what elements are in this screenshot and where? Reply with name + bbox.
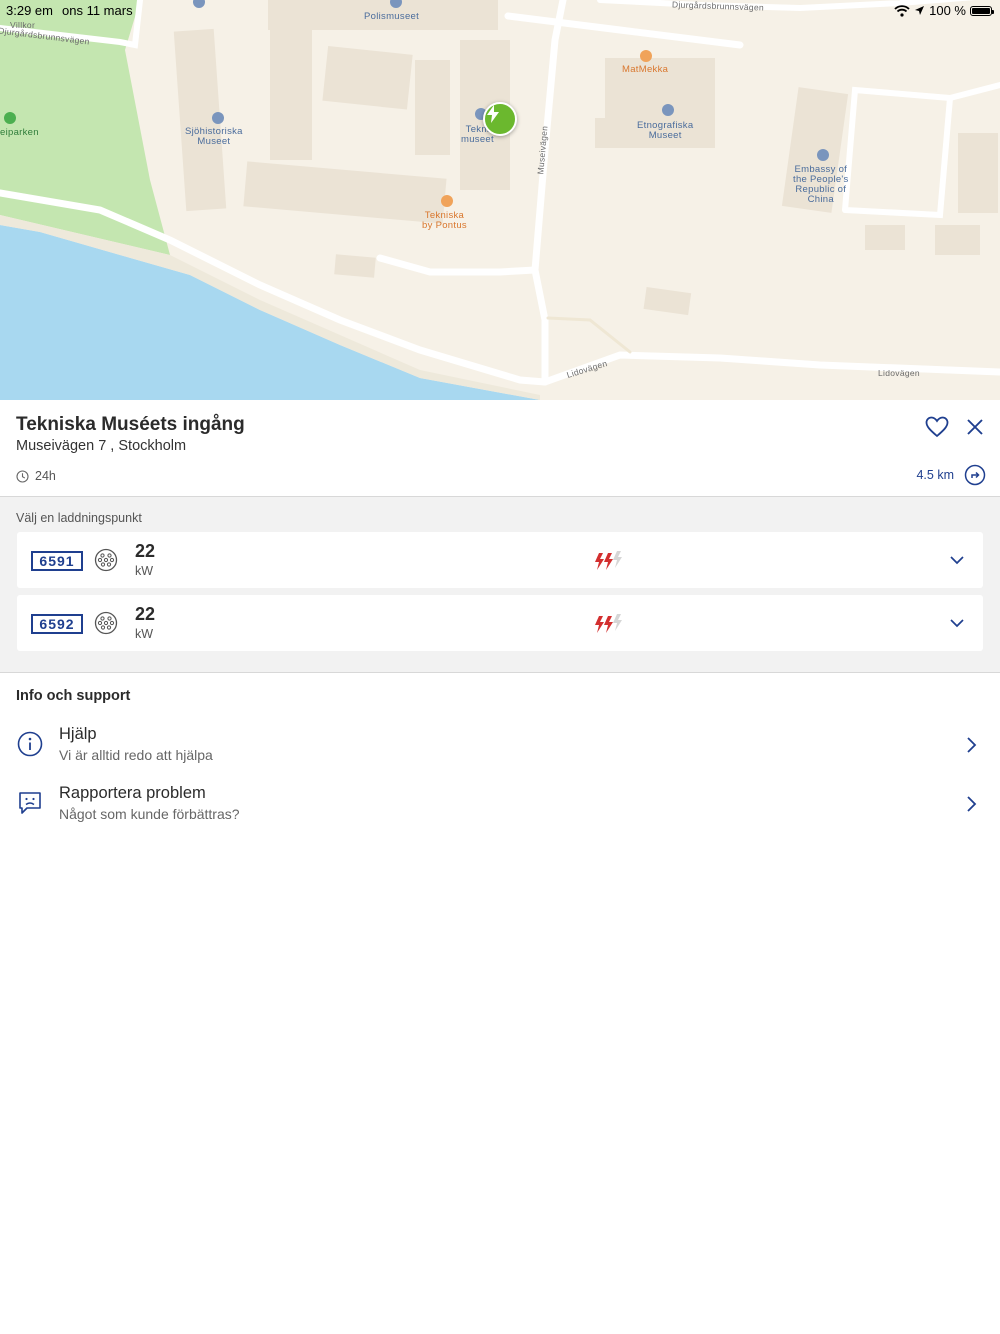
charging-speed-icon (595, 614, 622, 633)
opening-hours: 24h (16, 469, 56, 483)
status-bar: 3:29 em ons 11 mars 100 % (0, 0, 1000, 22)
map-label-park: eiparken (0, 127, 39, 138)
park-icon (4, 112, 16, 124)
charging-speed-icon (595, 551, 622, 570)
map-label-tekniska-pontus: Tekniska by Pontus (422, 210, 467, 231)
close-icon[interactable] (964, 416, 986, 438)
charging-power-unit: kW (135, 627, 154, 641)
station-name: Tekniska Muséets ingång (16, 414, 245, 435)
charging-point-row[interactable]: 6591 22 kW (17, 532, 983, 588)
restaurant-icon (441, 195, 453, 207)
favorite-heart-icon[interactable] (924, 414, 950, 440)
map-base (0, 0, 1000, 400)
help-title: Hjälp (59, 725, 97, 743)
chevron-right-icon (967, 737, 977, 753)
charging-point-id: 6591 (31, 551, 83, 571)
status-date: ons 11 mars (62, 3, 133, 18)
map-label-sjohistoriska: Sjöhistoriska Museet (185, 126, 243, 147)
report-problem-row[interactable]: Rapportera problem Något som kunde förbä… (0, 779, 1000, 835)
support-heading: Info och support (16, 688, 131, 704)
type2-plug-icon (94, 548, 118, 572)
map-view[interactable]: Polismuseet Djurgårdsbrunnsvägen Villkor… (0, 0, 1000, 400)
charging-power-unit: kW (135, 564, 154, 578)
directions-icon[interactable] (964, 464, 986, 486)
museum-icon (212, 112, 224, 124)
charging-points-section: Välj en laddningspunkt 6591 22 kW 6592 2… (0, 497, 1000, 673)
wifi-icon (894, 4, 910, 17)
station-header: Tekniska Muséets ingång Museivägen 7 , S… (0, 400, 1000, 497)
museum-icon (662, 104, 674, 116)
clock-icon (16, 469, 29, 483)
location-arrow-icon (915, 6, 925, 15)
map-label-lidovagen: Lidovägen (878, 368, 920, 378)
charging-power: 22 (135, 604, 156, 624)
battery-icon (970, 5, 994, 16)
map-label-embassy: Embassy of the People's Republic of China (793, 164, 849, 205)
info-icon (17, 731, 43, 757)
charging-point-id: 6592 (31, 614, 83, 634)
type2-plug-icon (94, 611, 118, 635)
report-problem-title: Rapportera problem (59, 784, 206, 802)
help-subtitle: Vi är alltid redo att hjälpa (59, 747, 213, 763)
charging-power: 22 (135, 541, 156, 561)
distance-text: 4.5 km (916, 468, 954, 482)
charger-marker[interactable] (483, 102, 517, 136)
cafe-icon (640, 50, 652, 62)
hours-text: 24h (35, 469, 56, 483)
battery-percent: 100 % (929, 3, 966, 18)
help-row[interactable]: Hjälp Vi är alltid redo att hjälpa (0, 720, 1000, 776)
station-address: Museivägen 7 , Stockholm (16, 438, 187, 454)
chevron-down-icon[interactable] (949, 552, 965, 568)
map-label-etnografiska: Etnografiska Museet (637, 120, 694, 141)
embassy-icon (817, 149, 829, 161)
map-label-matmekka: MatMekka (622, 64, 669, 75)
lightning-icon (487, 105, 499, 123)
charging-points-heading: Välj en laddningspunkt (16, 511, 142, 525)
charging-point-row[interactable]: 6592 22 kW (17, 595, 983, 651)
chevron-down-icon[interactable] (949, 615, 965, 631)
sad-chat-icon (19, 792, 41, 814)
status-time: 3:29 em (6, 3, 53, 18)
report-problem-subtitle: Något som kunde förbättras? (59, 806, 240, 822)
chevron-right-icon (967, 796, 977, 812)
